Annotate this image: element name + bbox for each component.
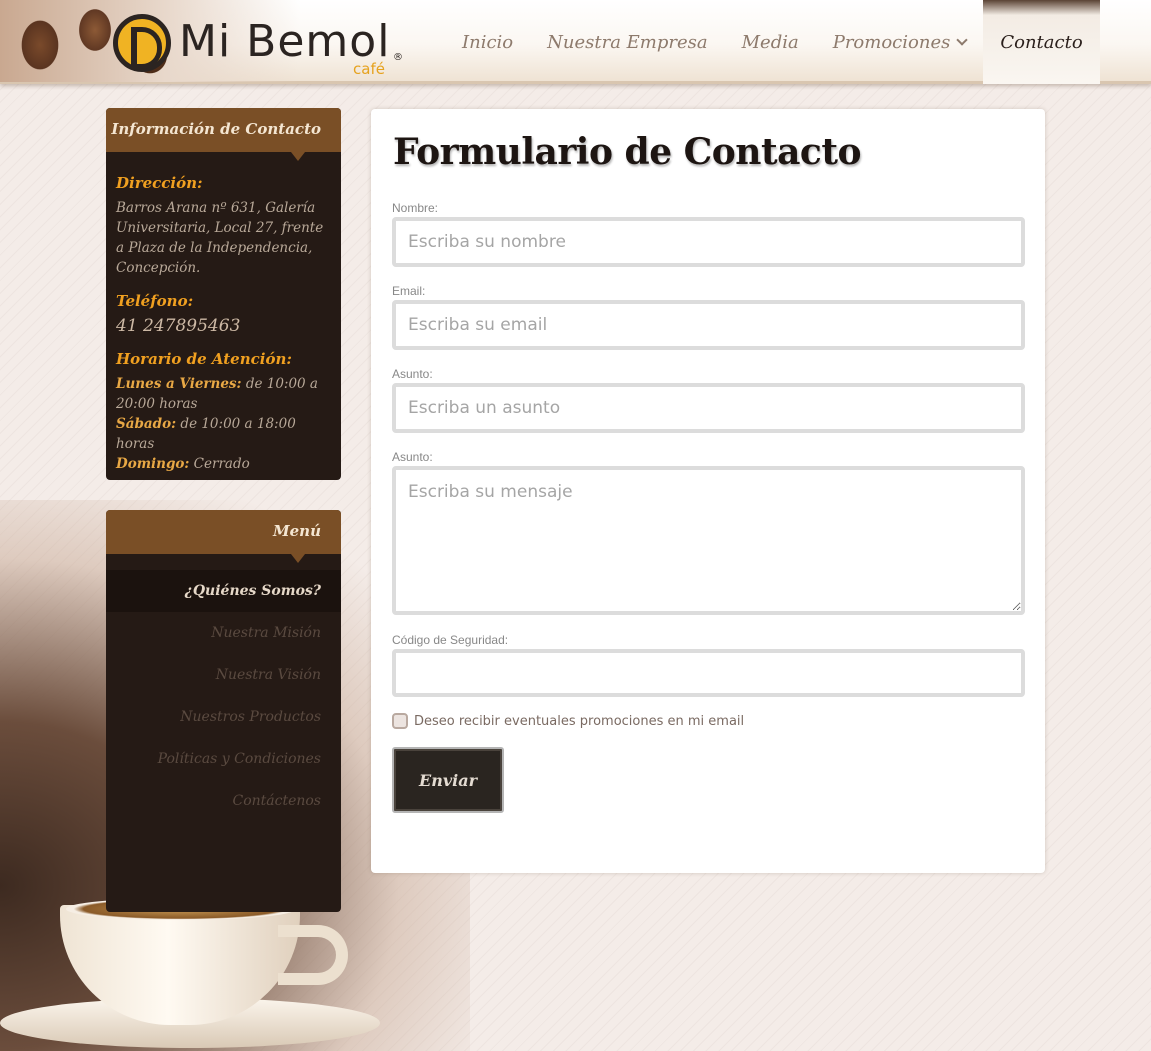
hours-list: Lunes a Viernes: de 10:00 a 20:00 horas … — [116, 374, 331, 474]
hours-day: Sábado: — [116, 416, 177, 432]
message-label: Asunto: — [392, 450, 433, 464]
nav-nuestra-empresa[interactable]: Nuestra Empresa — [530, 0, 724, 84]
menu-item-mision[interactable]: Nuestra Misión — [106, 612, 341, 654]
contact-info-box: Información de Contacto Dirección: Barro… — [106, 108, 341, 480]
hours-day: Domingo: — [116, 456, 190, 472]
hours-row: Lunes a Viernes: de 10:00 a 20:00 horas — [116, 374, 331, 414]
menu-item-contactenos[interactable]: Contáctenos — [106, 780, 341, 822]
captcha-label: Código de Seguridad: — [392, 633, 509, 647]
side-menu: Menú ¿Quiénes Somos? Nuestra Misión Nues… — [106, 510, 341, 912]
menu-item-productos[interactable]: Nuestros Productos — [106, 696, 341, 738]
name-input[interactable] — [392, 217, 1025, 267]
site-logo[interactable]: Mi Bemol ® café — [113, 12, 413, 80]
menu-item-label: Nuestros Productos — [180, 709, 321, 725]
contact-info-heading: Información de Contacto — [106, 108, 341, 161]
subject-label: Asunto: — [392, 367, 433, 381]
nav-media[interactable]: Media — [725, 0, 816, 84]
nav-inicio[interactable]: Inicio — [445, 0, 530, 84]
menu-item-quienes-somos[interactable]: ¿Quiénes Somos? — [106, 570, 341, 612]
menu-item-vision[interactable]: Nuestra Visión — [106, 654, 341, 696]
promo-checkbox-label[interactable]: Deseo recibir eventuales promociones en … — [414, 714, 744, 729]
logo-icon — [113, 14, 171, 72]
hours-label: Horario de Atención: — [116, 350, 292, 368]
hours-time: Cerrado — [193, 456, 250, 472]
page-title: Formulario de Contacto — [393, 131, 862, 173]
side-menu-heading: Menú — [106, 510, 341, 563]
address-text: Barros Arana nº 631, Galería Universitar… — [116, 200, 324, 276]
captcha-input[interactable] — [392, 649, 1025, 697]
nav-label: Inicio — [462, 31, 514, 53]
phone-number[interactable]: 41 247895463 — [116, 316, 331, 336]
email-label: Email: — [392, 284, 426, 298]
logo-registered: ® — [393, 52, 403, 63]
menu-item-label: Nuestra Misión — [211, 625, 321, 641]
site-header: Mi Bemol ® café Inicio Nuestra Empresa M… — [0, 0, 1151, 84]
menu-item-politicas[interactable]: Políticas y Condiciones — [106, 738, 341, 780]
menu-item-label: ¿Quiénes Somos? — [184, 583, 321, 599]
email-input[interactable] — [392, 300, 1025, 350]
nav-label: Contacto — [1000, 31, 1083, 53]
coffee-cup-handle — [278, 925, 348, 985]
hours-row: Domingo: Cerrado — [116, 454, 331, 474]
nav-contacto[interactable]: Contacto — [983, 0, 1100, 84]
submit-button[interactable]: Enviar — [392, 747, 504, 813]
menu-item-label: Contáctenos — [232, 793, 321, 809]
menu-item-label: Nuestra Visión — [215, 667, 321, 683]
subject-input[interactable] — [392, 383, 1025, 433]
promo-checkbox[interactable] — [392, 713, 408, 729]
nav-label: Media — [741, 31, 799, 53]
hours-row: Sábado: de 10:00 a 18:00 horas — [116, 414, 331, 454]
nav-label: Promociones — [832, 31, 951, 53]
message-textarea[interactable] — [392, 466, 1025, 615]
menu-item-label: Políticas y Condiciones — [157, 751, 321, 767]
main-nav: Inicio Nuestra Empresa Media Promociones… — [445, 0, 1100, 84]
chevron-down-icon — [956, 34, 969, 46]
nav-label: Nuestra Empresa — [547, 31, 708, 53]
name-label: Nombre: — [392, 201, 439, 215]
phone-label: Teléfono: — [116, 292, 194, 310]
nav-promociones[interactable]: Promociones — [816, 0, 984, 84]
logo-subtitle: café — [353, 60, 385, 78]
address-label: Dirección: — [116, 174, 203, 192]
contact-form-panel: Formulario de Contacto Nombre: Email: As… — [371, 109, 1045, 873]
hours-day: Lunes a Viernes: — [116, 376, 242, 392]
